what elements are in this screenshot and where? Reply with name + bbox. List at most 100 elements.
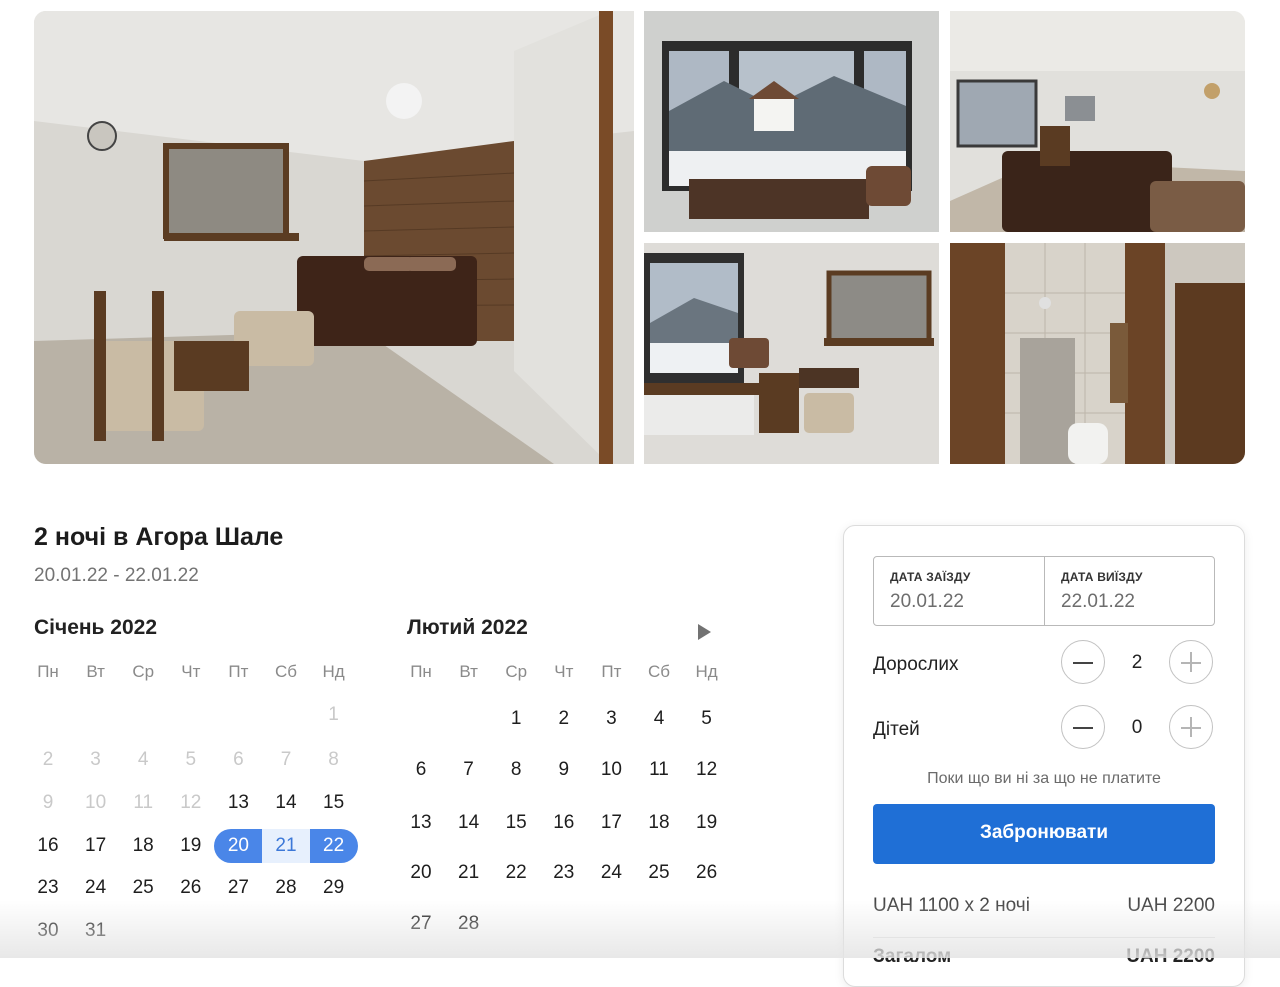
calendar-day[interactable]: 20 — [397, 856, 445, 890]
calendar-day[interactable]: 1 — [492, 702, 540, 736]
calendar-day[interactable]: 23 — [540, 856, 588, 890]
calendar-day[interactable]: 13 — [397, 806, 445, 840]
children-decrement-button[interactable] — [1061, 705, 1105, 749]
calendar-day[interactable]: 24 — [587, 856, 635, 890]
photo-main-bedroom[interactable] — [34, 11, 634, 464]
calendar-day[interactable]: 12 — [683, 753, 731, 787]
weekday-label: Вт — [459, 662, 478, 681]
weekday-label: Пн — [37, 662, 59, 681]
calendar-day: 12 — [180, 792, 202, 813]
calendar-day[interactable]: 22 — [492, 856, 540, 890]
calendar-day[interactable]: 10 — [587, 753, 635, 787]
calendar-day[interactable]: 13 — [214, 786, 262, 820]
weekday-label: Нд — [322, 662, 345, 681]
calendar-day[interactable]: 17 — [587, 806, 635, 840]
calendar-day[interactable]: 25 — [635, 856, 683, 890]
listing-title: 2 ночі в Агора Шале — [34, 523, 284, 551]
booking-card: ДАТА ЗАЇЗДУ 20.01.22 ДАТА ВИЇЗДУ 22.01.2… — [843, 525, 1245, 987]
calendar-day[interactable]: 3 — [587, 702, 635, 736]
weekday-label: Чт — [554, 662, 574, 681]
calendar-day[interactable]: 16 — [24, 829, 72, 863]
calendar-day[interactable]: 24 — [72, 871, 120, 905]
calendar-day[interactable]: 18 — [119, 829, 167, 863]
adults-decrement-button[interactable] — [1061, 640, 1105, 684]
calendar-day-selected[interactable]: 20 — [214, 829, 263, 863]
calendar-day[interactable]: 15 — [310, 786, 358, 820]
date-picker: ДАТА ЗАЇЗДУ 20.01.22 ДАТА ВИЇЗДУ 22.01.2… — [873, 556, 1215, 626]
total-row: Загалом UAH 2200 — [873, 946, 1215, 968]
listing-dates: 20.01.22 - 22.01.22 — [34, 565, 199, 586]
weekday-label: Пт — [228, 662, 249, 681]
calendar-day[interactable]: 28 — [262, 871, 310, 905]
weekday-label: Чт — [181, 662, 201, 681]
calendar-day[interactable]: 31 — [72, 914, 120, 948]
calendar-day[interactable]: 9 — [540, 753, 588, 787]
payment-note: Поки що ви ні за що не платите — [927, 770, 1161, 787]
photo-gallery — [34, 11, 1245, 464]
price-value: UAH 2200 — [1127, 895, 1215, 916]
calendar-day: 2 — [42, 749, 54, 770]
calendar-day[interactable]: 28 — [445, 907, 493, 941]
calendar-day[interactable]: 30 — [24, 914, 72, 948]
calendar-day: 1 — [328, 704, 339, 725]
minus-icon — [1073, 726, 1093, 729]
photo-bathroom[interactable] — [950, 243, 1245, 464]
month-title: Січень 2022 — [34, 616, 158, 639]
calendar-day[interactable]: 19 — [683, 806, 731, 840]
calendar-day: 10 — [85, 792, 107, 813]
calendar-day[interactable]: 17 — [72, 829, 120, 863]
checkin-field[interactable]: ДАТА ЗАЇЗДУ 20.01.22 — [874, 557, 1044, 625]
calendar-day[interactable]: 4 — [635, 702, 683, 736]
weekday-label: Пн — [410, 662, 432, 681]
checkout-label: ДАТА ВИЇЗДУ — [1061, 570, 1143, 584]
weekday-label: Ср — [132, 662, 155, 681]
calendar-day[interactable]: 16 — [540, 806, 588, 840]
calendar-day[interactable]: 8 — [492, 753, 540, 787]
weekday-label: Ср — [505, 662, 528, 681]
calendar-day[interactable]: 26 — [683, 856, 731, 890]
calendar-day[interactable]: 14 — [262, 786, 310, 820]
calendar-day[interactable]: 6 — [397, 753, 445, 787]
calendar-day-selected[interactable]: 22 — [309, 829, 358, 863]
children-row: Дітей 0 — [873, 705, 1215, 753]
calendar-day: 8 — [328, 749, 339, 770]
calendar-day[interactable]: 2 — [540, 702, 588, 736]
calendar-day[interactable]: 25 — [119, 871, 167, 905]
calendar-day: 5 — [185, 749, 197, 770]
weekday-label: Сб — [647, 662, 670, 681]
children-increment-button[interactable] — [1169, 705, 1213, 749]
calendar-day[interactable]: 26 — [167, 871, 215, 905]
calendar-day[interactable]: 23 — [24, 871, 72, 905]
children-label: Дітей — [873, 719, 920, 740]
minus-icon — [1073, 661, 1093, 664]
checkout-value: 22.01.22 — [1061, 591, 1135, 612]
calendar-day[interactable]: 14 — [445, 806, 493, 840]
calendar-day[interactable]: 7 — [445, 753, 493, 787]
adults-label: Дорослих — [873, 654, 959, 675]
calendar-day[interactable]: 18 — [635, 806, 683, 840]
photo-window-view[interactable] — [644, 11, 939, 232]
calendar-day[interactable]: 15 — [492, 806, 540, 840]
checkin-value: 20.01.22 — [890, 591, 964, 612]
adults-row: Дорослих 2 — [873, 640, 1215, 688]
calendar-day[interactable]: 27 — [214, 871, 262, 905]
calendar-day[interactable]: 19 — [167, 829, 215, 863]
total-label: Загалом — [873, 946, 952, 967]
checkout-field[interactable]: ДАТА ВИЇЗДУ 22.01.22 — [1044, 557, 1215, 625]
calendar-day-selected[interactable]: 21 — [262, 829, 310, 863]
weekday-label: Сб — [274, 662, 297, 681]
calendar-day[interactable]: 21 — [445, 856, 493, 890]
calendar-day[interactable]: 27 — [397, 907, 445, 941]
play-triangle-icon[interactable] — [698, 624, 711, 640]
calendar-day: 6 — [233, 749, 244, 770]
photo-room-chairs[interactable] — [644, 243, 939, 464]
calendar-day[interactable]: 5 — [683, 702, 731, 736]
calendar-day[interactable]: 29 — [310, 871, 358, 905]
photo-bedroom-window[interactable] — [950, 11, 1245, 232]
calendar-day[interactable]: 11 — [635, 753, 683, 787]
checkin-label: ДАТА ЗАЇЗДУ — [890, 570, 971, 584]
calendar-day: 3 — [90, 749, 101, 770]
adults-increment-button[interactable] — [1169, 640, 1213, 684]
calendar-day: 9 — [42, 792, 54, 813]
book-button[interactable]: Забронювати — [873, 804, 1215, 864]
